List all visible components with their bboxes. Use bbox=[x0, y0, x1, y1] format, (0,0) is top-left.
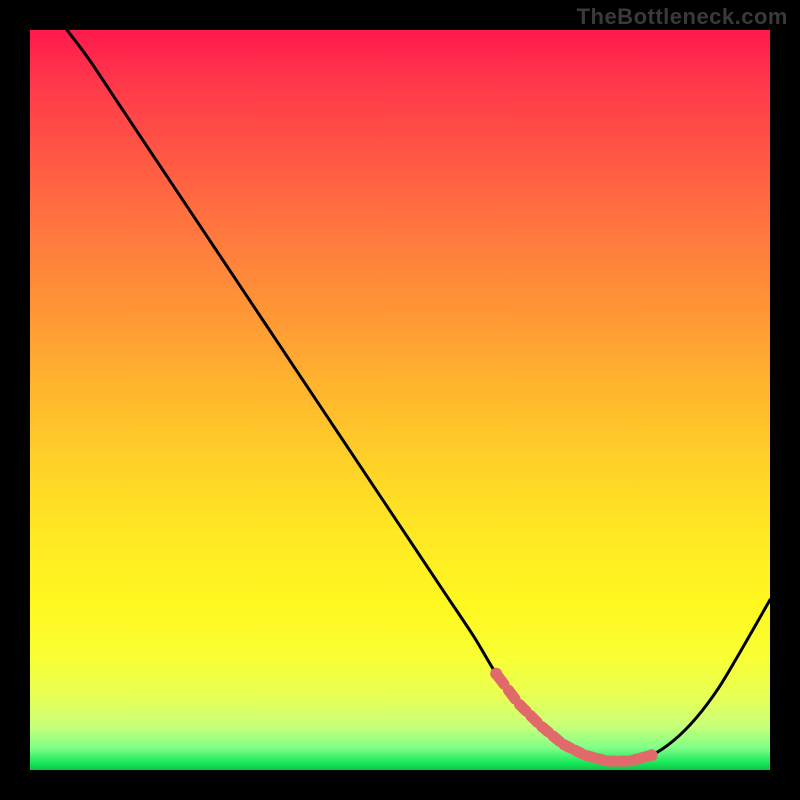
optimal-zone-dash bbox=[553, 736, 560, 742]
chart-plot-area bbox=[30, 30, 770, 770]
optimal-zone-dash bbox=[631, 759, 638, 761]
optimal-zone-dash bbox=[586, 755, 593, 757]
optimal-zone-end-dot bbox=[646, 749, 658, 761]
optimal-zone-dash bbox=[520, 705, 527, 712]
chart-svg bbox=[30, 30, 770, 770]
optimal-zone-dash bbox=[508, 690, 515, 699]
curve-main bbox=[67, 30, 770, 762]
optimal-zone-dash bbox=[575, 750, 582, 753]
optimal-zone-dash bbox=[531, 716, 538, 723]
optimal-zone-dash bbox=[542, 727, 549, 733]
optimal-zone-markers bbox=[490, 668, 657, 761]
optimal-zone-end-dot bbox=[490, 668, 502, 680]
optimal-zone-dash bbox=[564, 745, 571, 748]
watermark-text: TheBottleneck.com bbox=[577, 4, 788, 30]
optimal-zone-dash bbox=[597, 758, 604, 760]
